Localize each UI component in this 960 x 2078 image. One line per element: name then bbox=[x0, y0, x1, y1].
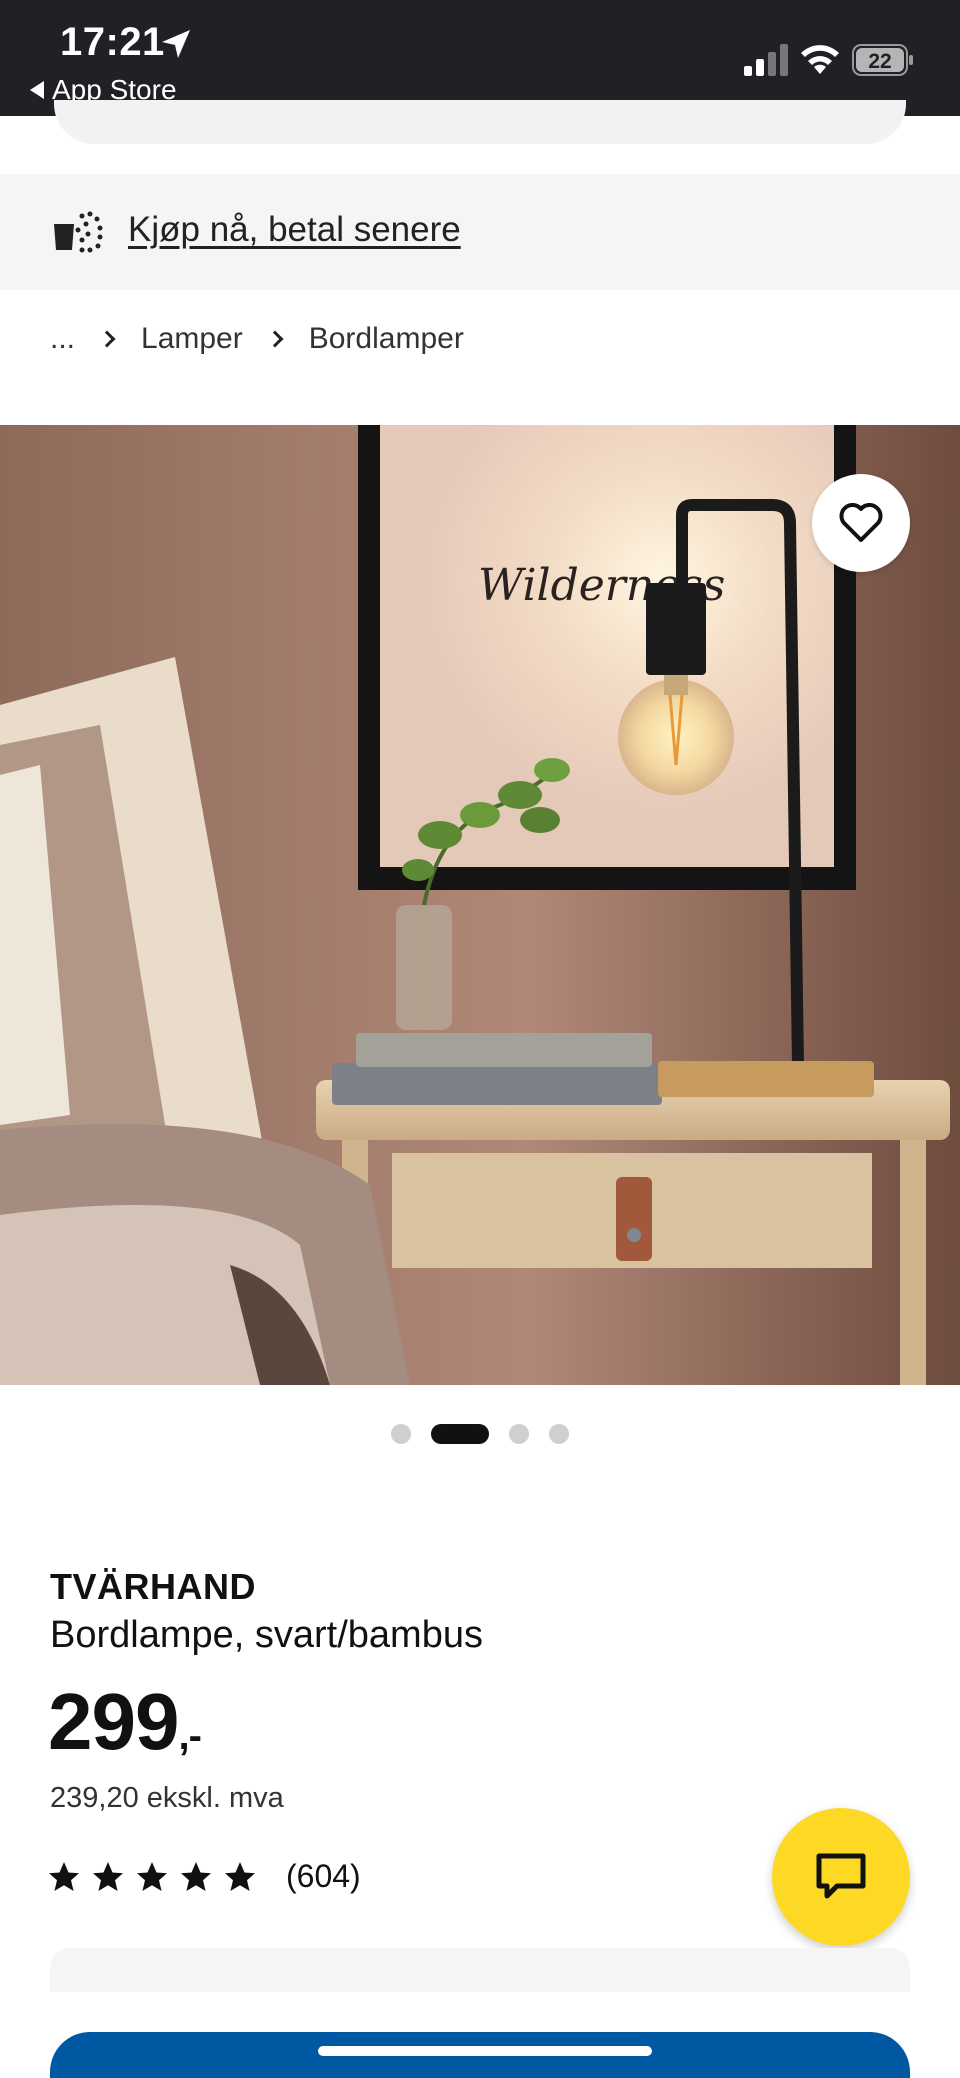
price-suffix: ,- bbox=[178, 1714, 201, 1758]
favorite-button[interactable] bbox=[812, 474, 910, 572]
carousel-dot[interactable] bbox=[549, 1424, 569, 1444]
breadcrumb-lamper[interactable]: Lamper bbox=[141, 322, 243, 356]
pay-later-icon bbox=[54, 211, 103, 253]
availability-card[interactable] bbox=[50, 1948, 910, 1992]
chevron-right-icon bbox=[266, 330, 284, 348]
search-bar-bottom-edge[interactable] bbox=[54, 100, 906, 144]
price-value: 299 bbox=[48, 1677, 179, 1766]
pay-later-banner[interactable]: Kjøp nå, betal senere bbox=[0, 174, 960, 290]
product-price: 299,- bbox=[48, 1676, 202, 1768]
home-indicator bbox=[318, 2046, 652, 2056]
carousel-dot-active[interactable] bbox=[431, 1424, 489, 1444]
breadcrumb-bordlamper[interactable]: Bordlamper bbox=[309, 322, 464, 356]
battery-level: 22 bbox=[868, 50, 891, 73]
product-name: TVÄRHAND bbox=[50, 1566, 256, 1607]
star-icon bbox=[225, 1861, 255, 1891]
pay-later-link[interactable]: Kjøp nå, betal senere bbox=[128, 210, 461, 250]
status-bar: 17:21 App Store 22 bbox=[0, 0, 960, 116]
back-arrow-icon bbox=[30, 81, 44, 99]
status-time: 17:21 bbox=[60, 20, 165, 64]
carousel-dot[interactable] bbox=[509, 1424, 529, 1444]
star-icon bbox=[181, 1861, 211, 1891]
chevron-right-icon bbox=[98, 330, 116, 348]
breadcrumb-ellipsis[interactable]: ... bbox=[50, 322, 75, 356]
product-description: Bordlampe, svart/bambus bbox=[50, 1614, 483, 1656]
chat-icon bbox=[816, 1853, 866, 1899]
battery-icon: 22 bbox=[852, 44, 913, 76]
breadcrumb: ... Lamper Bordlamper bbox=[50, 322, 464, 356]
wifi-icon bbox=[801, 45, 839, 74]
price-ex-vat: 239,20 ekskl. mva bbox=[50, 1782, 284, 1814]
carousel-indicator bbox=[0, 1424, 960, 1444]
review-count: (604) bbox=[286, 1858, 361, 1894]
carousel-dot[interactable] bbox=[391, 1424, 411, 1444]
product-photo: Wilderness bbox=[0, 425, 960, 1385]
product-image-carousel[interactable]: Wilderness bbox=[0, 425, 960, 1385]
signal-icon bbox=[744, 44, 788, 76]
product-rating[interactable]: (604) bbox=[48, 1858, 361, 1895]
star-icon bbox=[137, 1861, 167, 1891]
star-icon bbox=[49, 1861, 79, 1891]
heart-icon bbox=[839, 503, 883, 542]
star-icon bbox=[93, 1861, 123, 1891]
location-arrow-icon bbox=[162, 30, 190, 58]
chat-button[interactable] bbox=[772, 1808, 910, 1946]
